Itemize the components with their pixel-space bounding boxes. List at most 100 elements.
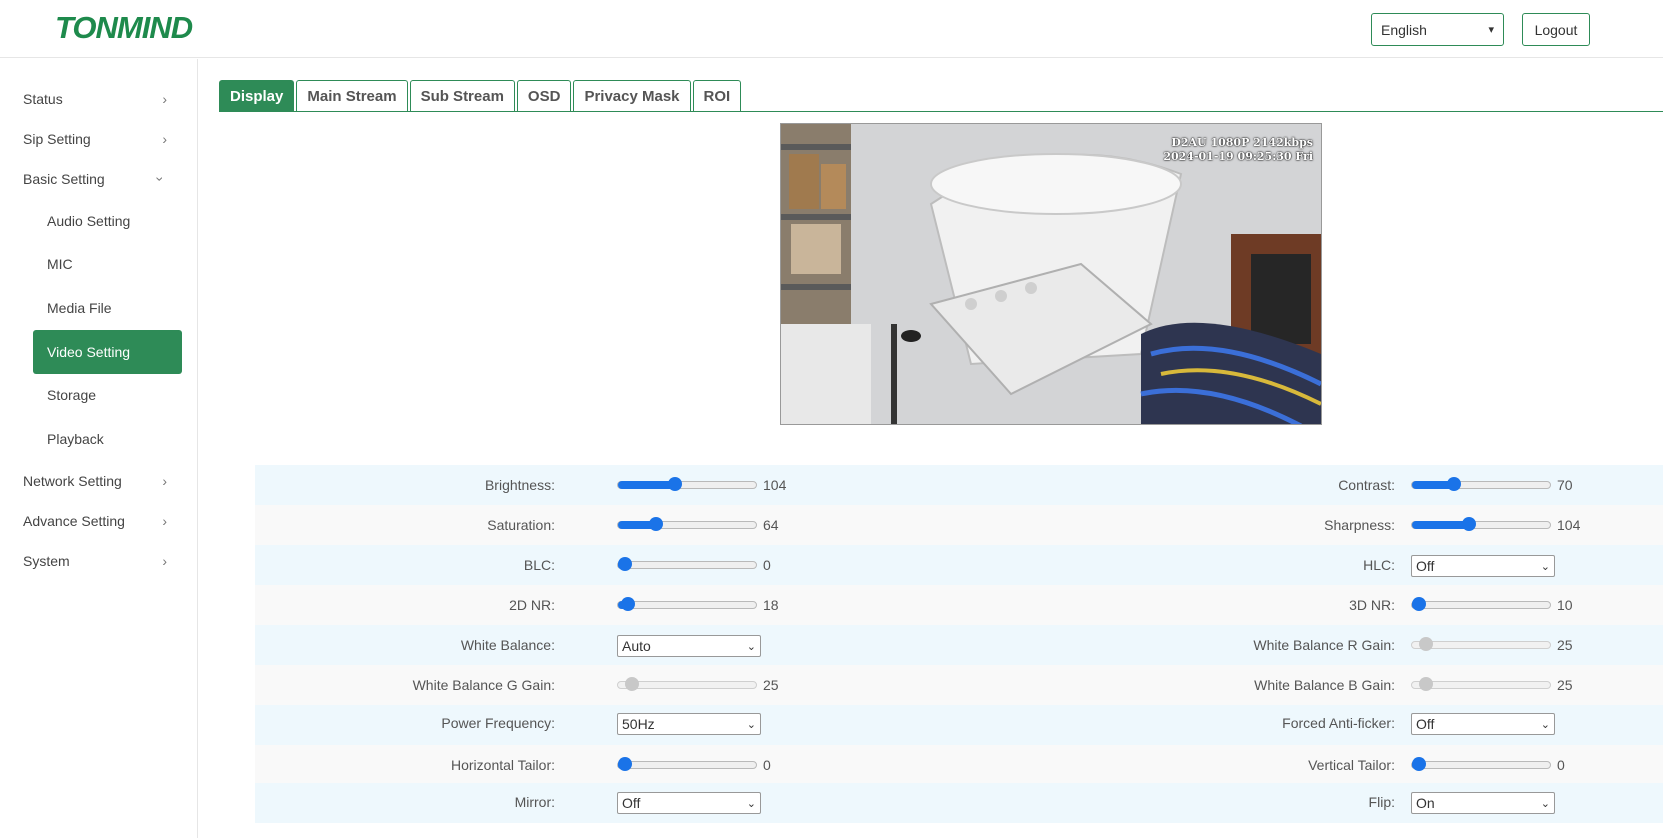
sidebar: Status › Sip Setting › Basic Setting › A…: [0, 59, 198, 838]
settings-row: Power Frequency: 50Hz ⌄ Forced Anti-ficke…: [255, 705, 1663, 745]
vertical-tailor-value: 0: [1557, 757, 1565, 773]
flip-label: Flip:: [1368, 794, 1395, 810]
slider-knob[interactable]: [1462, 517, 1477, 531]
nr3d-label: 3D NR:: [1349, 597, 1395, 613]
brightness-slider[interactable]: [617, 477, 757, 491]
blc-slider[interactable]: [617, 557, 757, 571]
osd-line-2: 2024-01-19 09:25:30 Fri: [1163, 150, 1313, 163]
sidebar-item-label: Basic Setting: [23, 171, 105, 187]
logout-button[interactable]: Logout: [1522, 13, 1590, 46]
mirror-label: Mirror:: [514, 794, 555, 810]
chevron-down-icon: ⌄: [746, 797, 756, 810]
sidebar-item-label: Sip Setting: [23, 131, 91, 147]
slider-knob[interactable]: [618, 757, 632, 771]
tab-roi[interactable]: ROI: [692, 80, 742, 112]
language-select[interactable]: English ▾: [1371, 13, 1504, 46]
brightness-value: 104: [763, 477, 787, 493]
settings-row: White Balance G Gain: 25 White Balance B…: [255, 665, 1663, 705]
settings-row: Saturation: 64 Sharpness: 104: [255, 505, 1663, 545]
sidebar-item-mic[interactable]: MIC: [47, 252, 73, 276]
mirror-select-value: Off: [622, 795, 641, 811]
slider-knob[interactable]: [668, 477, 683, 491]
mirror-select[interactable]: Off ⌄: [617, 792, 761, 814]
chevron-right-icon: ›: [162, 131, 167, 147]
saturation-slider[interactable]: [617, 517, 757, 531]
sidebar-item-label: Advance Setting: [23, 513, 125, 529]
sidebar-item-system[interactable]: System ›: [23, 549, 173, 573]
chevron-down-icon: ⌄: [1540, 718, 1550, 731]
vertical-tailor-slider[interactable]: [1411, 757, 1551, 771]
sidebar-item-advance-setting[interactable]: Advance Setting ›: [23, 509, 173, 533]
slider-knob[interactable]: [1419, 677, 1433, 691]
osd-line-1: D2AU 1080P 2142kbps: [1171, 136, 1313, 149]
saturation-value: 64: [763, 517, 779, 533]
nr2d-slider[interactable]: [617, 597, 757, 611]
slider-knob[interactable]: [620, 597, 635, 611]
chevron-right-icon: ›: [162, 513, 167, 529]
tab-bar: Display Main Stream Sub Stream OSD Priva…: [219, 80, 743, 112]
slider-knob[interactable]: [1447, 477, 1461, 491]
sidebar-item-media-file[interactable]: Media File: [47, 296, 112, 320]
horizontal-tailor-slider[interactable]: [617, 757, 757, 771]
sidebar-item-storage[interactable]: Storage: [47, 383, 96, 407]
sidebar-item-status[interactable]: Status ›: [23, 87, 173, 111]
contrast-slider[interactable]: [1411, 477, 1551, 491]
slider-knob[interactable]: [625, 677, 639, 691]
chevron-down-icon: ⌄: [1540, 560, 1550, 573]
language-value: English: [1381, 21, 1427, 38]
sidebar-item-video-setting[interactable]: Video Setting: [33, 330, 182, 374]
tab-sub-stream[interactable]: Sub Stream: [409, 80, 515, 112]
saturation-label: Saturation:: [487, 517, 555, 533]
white-balance-select[interactable]: Auto ⌄: [617, 635, 761, 657]
power-frequency-select-value: 50Hz: [622, 716, 655, 732]
slider-knob[interactable]: [1412, 757, 1426, 771]
chevron-right-icon: ›: [162, 553, 167, 569]
chevron-down-icon: ⌄: [746, 640, 756, 653]
nr2d-value: 18: [763, 597, 779, 613]
nr3d-slider[interactable]: [1411, 597, 1551, 611]
contrast-value: 70: [1557, 477, 1573, 493]
sidebar-item-audio-setting[interactable]: Audio Setting: [47, 209, 130, 233]
wb-g-gain-value: 25: [763, 677, 779, 693]
forced-anti-flicker-select[interactable]: Off ⌄: [1411, 713, 1555, 735]
sidebar-item-sip-setting[interactable]: Sip Setting ›: [23, 127, 173, 151]
tab-main-stream[interactable]: Main Stream: [296, 80, 408, 112]
hlc-label: HLC:: [1363, 557, 1395, 573]
chevron-down-icon: ⌄: [746, 718, 756, 731]
wb-g-gain-slider[interactable]: [617, 677, 757, 691]
slider-knob[interactable]: [1419, 637, 1433, 651]
wb-r-gain-slider[interactable]: [1411, 637, 1551, 651]
forced-anti-flicker-select-value: Off: [1416, 716, 1435, 732]
chevron-right-icon: ›: [162, 91, 167, 107]
wb-r-gain-value: 25: [1557, 637, 1573, 653]
wb-g-gain-label: White Balance G Gain:: [412, 677, 555, 693]
wb-b-gain-label: White Balance B Gain:: [1254, 677, 1395, 693]
wb-b-gain-slider[interactable]: [1411, 677, 1551, 691]
sidebar-item-playback[interactable]: Playback: [47, 427, 104, 451]
power-frequency-label: Power Frequency:: [441, 715, 555, 731]
camera-scene-image: [781, 124, 1321, 424]
chevron-right-icon: ›: [162, 473, 167, 489]
tab-display[interactable]: Display: [219, 80, 295, 112]
tab-privacy-mask[interactable]: Privacy Mask: [573, 80, 691, 112]
tab-osd[interactable]: OSD: [516, 80, 572, 112]
contrast-label: Contrast:: [1338, 477, 1395, 493]
settings-row: 2D NR: 18 3D NR: 10: [255, 585, 1663, 625]
slider-knob[interactable]: [1412, 597, 1426, 611]
slider-knob[interactable]: [648, 517, 663, 531]
tab-underline: [219, 111, 1663, 112]
flip-select-value: On: [1416, 795, 1435, 811]
hlc-select-value: Off: [1416, 558, 1435, 574]
slider-knob[interactable]: [618, 557, 632, 571]
sidebar-item-label: Status: [23, 91, 63, 107]
sidebar-item-network-setting[interactable]: Network Setting ›: [23, 469, 173, 493]
sidebar-item-basic-setting[interactable]: Basic Setting ›: [23, 167, 173, 191]
blc-value: 0: [763, 557, 771, 573]
hlc-select[interactable]: Off ⌄: [1411, 555, 1555, 577]
header: TONMIND English ▾ Logout: [0, 0, 1663, 58]
settings-row: Brightness: 104 Contrast: 70: [255, 465, 1663, 505]
brightness-label: Brightness:: [484, 477, 555, 493]
sharpness-slider[interactable]: [1411, 517, 1551, 531]
power-frequency-select[interactable]: 50Hz ⌄: [617, 713, 761, 735]
flip-select[interactable]: On ⌄: [1411, 792, 1555, 814]
